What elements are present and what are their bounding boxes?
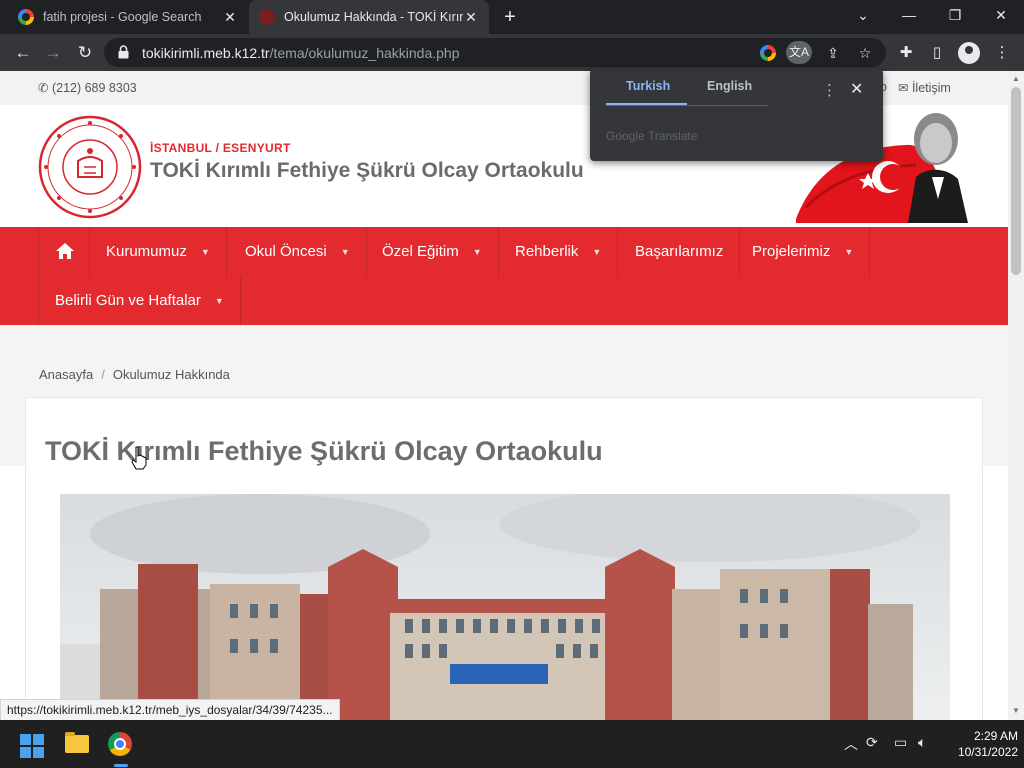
page-scrollbar[interactable]: ▲ ▼ [1008,71,1024,720]
close-window-button[interactable]: ✕ [978,0,1024,30]
breadcrumb-home-link[interactable]: Anasayfa [39,367,93,382]
nav-rehberlik[interactable]: Rehberlik ▼ [499,227,619,276]
translate-tab-divider [606,105,768,106]
translate-icon[interactable]: 文A [786,41,812,64]
google-lens-icon[interactable] [760,45,776,61]
home-icon [56,243,74,259]
bookmark-star-icon[interactable]: ☆ [854,42,876,64]
chevron-down-icon: ▼ [844,246,854,257]
address-bar[interactable]: tokikirimli.meb.k12.tr/tema/okulumuz_hak… [104,38,886,67]
tab-google-search[interactable]: fatih projesi - Google Search ✕ [8,0,248,34]
tab-search-chevron-icon[interactable]: ⌄ [840,0,886,30]
web-page: ✆ (212) 689 8303 o ✉ İletişim İSTANBUL /… [0,71,1008,720]
google-favicon-icon [18,9,34,25]
tab-close-icon[interactable]: ✕ [463,9,479,26]
browser-toolbar: ← → ↻ tokikirimli.meb.k12.tr/tema/okulum… [0,34,1024,71]
volume-icon[interactable]: 🔈︎ [918,734,926,751]
windows-taskbar: ︿ ⟳ ▭ 🔈︎ 2:29 AM 10/31/2022 [0,720,1024,768]
clock-time: 2:29 AM [973,729,1018,743]
url-text: tokikirimli.meb.k12.tr/tema/okulumuz_hak… [142,45,460,61]
breadcrumb-current: Okulumuz Hakkında [112,367,230,382]
home-nav-button[interactable] [38,227,90,276]
translate-tab-english[interactable]: English [707,79,752,105]
share-icon[interactable]: ⇪ [822,42,844,64]
extensions-puzzle-icon[interactable]: ✚ [893,40,919,66]
nav-projelerimiz[interactable]: Projelerimiz ▼ [736,227,871,276]
google-translate-brand: Google Translate [606,129,698,143]
system-clock[interactable]: 2:29 AM 10/31/2022 [942,728,1018,760]
tab-okulumuz-hakkinda[interactable]: Okulumuz Hakkında - TOKİ Kırım ✕ [249,0,489,34]
page-title: TOKİ Kırımlı Fethiye Şükrü Olcay Ortaoku… [45,436,603,466]
link-status-bubble: https://tokikirimli.meb.k12.tr/meb_iys_d… [0,699,340,721]
forward-button[interactable]: → [40,40,66,66]
network-icon[interactable]: ▭ [894,734,907,751]
translate-tab-turkish[interactable]: Turkish [626,79,670,105]
close-icon[interactable]: ✕ [850,79,863,99]
meb-seal-logo[interactable] [38,115,142,219]
side-panel-icon[interactable]: ▯ [924,40,950,66]
scroll-down-arrow-icon[interactable]: ▼ [1008,704,1024,718]
school-city: İSTANBUL / ESENYURT [150,141,291,155]
reload-button[interactable]: ↻ [72,40,98,66]
chevron-down-icon: ▼ [340,246,350,257]
school-name[interactable]: TOKİ Kırımlı Fethiye Şükrü Olcay Ortaoku… [150,159,584,183]
chevron-down-icon: ▼ [472,246,482,257]
tab-close-icon[interactable]: ✕ [222,9,238,26]
start-windows-icon[interactable] [20,734,44,758]
phone-number[interactable]: ✆ (212) 689 8303 [38,80,137,95]
nav-okul-oncesi[interactable]: Okul Öncesi ▼ [229,227,367,276]
chevron-down-icon: ▼ [214,295,224,306]
tab-title: Okulumuz Hakkında - TOKİ Kırım [284,10,463,24]
breadcrumb: Anasayfa / Okulumuz Hakkında [39,367,230,382]
profile-avatar-icon[interactable] [958,42,980,64]
sync-icon[interactable]: ⟳ [866,734,878,751]
translate-active-indicator [606,103,687,105]
content-card: TOKİ Kırımlı Fethiye Şükrü Olcay Ortaoku… [25,397,983,720]
translate-popup: Turkish English ⋮ ✕ Google Translate [590,69,883,161]
active-app-indicator [114,764,128,767]
school-favicon-icon [259,9,275,25]
nav-ozel-egitim[interactable]: Özel Eğitim ▼ [366,227,499,276]
restore-button[interactable]: ❐ [932,0,978,30]
menu-kebab-icon[interactable]: ⋮ [989,40,1015,66]
main-navigation: Kurumumuz ▼ Okul Öncesi ▼ Özel Eğitim ▼ Reh… [0,227,1008,325]
nav-kurumumuz[interactable]: Kurumumuz ▼ [90,227,227,276]
scroll-up-arrow-icon[interactable]: ▲ [1008,72,1024,86]
scrollbar-thumb[interactable] [1011,87,1021,275]
show-hidden-icons-chevron-icon[interactable]: ︿ [844,734,858,754]
new-tab-button[interactable]: + [498,5,522,29]
chrome-taskbar-icon[interactable] [108,732,132,756]
school-building-photo [60,494,950,720]
lock-icon[interactable] [118,45,129,59]
nav-basarilarimiz[interactable]: Başarılarımız [619,227,741,276]
tab-title: fatih projesi - Google Search [43,10,202,24]
file-explorer-icon[interactable] [65,732,89,753]
chevron-down-icon: ▼ [200,246,210,257]
minimize-button[interactable]: — [886,0,932,30]
back-button[interactable]: ← [10,40,36,66]
hand-cursor-icon [131,446,147,470]
more-options-icon[interactable]: ⋮ [822,81,837,99]
browser-tab-strip: fatih projesi - Google Search ✕ Okulumuz… [0,0,1024,34]
chevron-down-icon: ▼ [592,246,602,257]
contact-link[interactable]: ✉ İletişim [898,80,951,95]
nav-belirli-gun[interactable]: Belirli Gün ve Haftalar ▼ [38,276,241,325]
clock-date: 10/31/2022 [957,745,1018,759]
